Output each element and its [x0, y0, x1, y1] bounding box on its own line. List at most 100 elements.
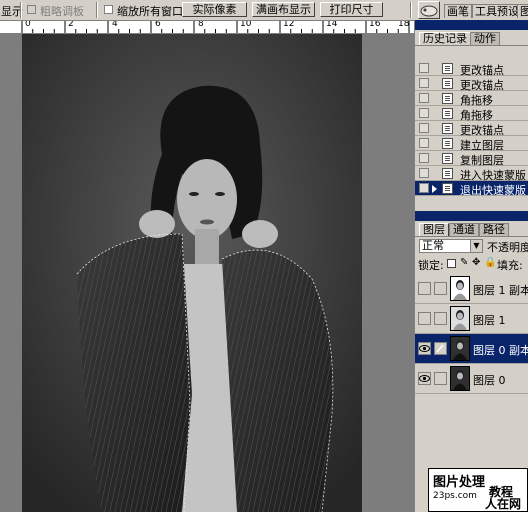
- eye-icon[interactable]: [418, 372, 431, 385]
- layer-row[interactable]: 图层 1: [415, 304, 528, 334]
- history-brush-source-icon[interactable]: [419, 183, 429, 193]
- history-brush-source-icon[interactable]: [419, 93, 429, 103]
- brush-link-icon[interactable]: [434, 372, 447, 385]
- layer-name: 图层 0 副本: [473, 344, 528, 357]
- lock-row: 锁定: ✎ ✥ 🔒 填充:: [415, 256, 528, 272]
- history-state-icon: [442, 93, 453, 104]
- fit-on-screen-button[interactable]: 满画布显示: [252, 2, 315, 17]
- separator: [20, 2, 22, 18]
- ruler-label: 0: [25, 21, 31, 29]
- separator: [96, 2, 98, 18]
- brush-link-icon[interactable]: [434, 312, 447, 325]
- move-icon[interactable]: ✥: [472, 257, 480, 268]
- tab-actions[interactable]: 动作: [470, 32, 500, 45]
- brush-icon[interactable]: ✎: [460, 257, 468, 268]
- ruler-label: 14: [326, 21, 338, 29]
- current-state-arrow-icon: [432, 185, 437, 193]
- watermark-text: 图片处理: [433, 475, 486, 490]
- history-brush-source-icon[interactable]: [419, 123, 429, 133]
- history-item[interactable]: 更改锚点: [415, 61, 528, 77]
- history-state-icon: [442, 108, 453, 119]
- brush-link-icon[interactable]: [434, 282, 447, 295]
- tab-history[interactable]: 历史记录: [419, 32, 471, 45]
- tab-layers[interactable]: 图层: [419, 223, 449, 236]
- blend-mode-select[interactable]: 正常 ▼: [419, 239, 483, 253]
- document-canvas[interactable]: [0, 34, 414, 512]
- eye-icon[interactable]: [418, 312, 431, 325]
- print-size-button[interactable]: 打印尺寸: [320, 2, 383, 17]
- horizontal-ruler: 0 2 4 6 8 10 12 14 16 18: [0, 21, 414, 34]
- watermark-logo: 图片处理 教程 23ps.com 人在网: [428, 468, 528, 512]
- actual-pixels-button[interactable]: 实际像素: [182, 2, 247, 17]
- layer-thumbnail: [450, 276, 470, 301]
- layer-thumbnail: [450, 366, 470, 391]
- history-state-icon: [442, 63, 453, 74]
- lock-icon[interactable]: 🔒: [484, 257, 496, 268]
- layer-thumbnail: [450, 306, 470, 331]
- layer-row[interactable]: 图层 0 副本: [415, 334, 528, 364]
- history-brush-source-icon[interactable]: [419, 108, 429, 118]
- fill-label: 填充:: [497, 259, 523, 272]
- brush-link-icon[interactable]: [434, 342, 447, 355]
- history-item[interactable]: 退出快速蒙版: [415, 181, 528, 197]
- ruler-label: 12: [283, 21, 295, 29]
- history-state-icon: [442, 183, 453, 194]
- history-item[interactable]: 角拖移: [415, 91, 528, 107]
- palette-well-tab-tool-presets[interactable]: 工具预设: [472, 4, 522, 18]
- ruler-label: 4: [112, 21, 118, 29]
- watermark-text: 23ps.com: [433, 491, 477, 501]
- palette-well-tab-brushes[interactable]: 画笔: [444, 4, 472, 18]
- eye-icon[interactable]: [418, 282, 431, 295]
- history-brush-source-icon[interactable]: [419, 63, 429, 73]
- right-panel-dock: 历史记录 动作 更改锚点 更改锚点 角拖移 角拖移 更改锚点 建立图层 复制图层 进入快速蒙版…: [414, 20, 528, 512]
- palette-well-button[interactable]: [418, 1, 440, 19]
- history-item[interactable]: 角拖移: [415, 106, 528, 122]
- layer-name: 图层 1 副本: [473, 284, 528, 297]
- resize-all-windows-checkbox[interactable]: [104, 5, 113, 14]
- opacity-label: 不透明度:: [487, 241, 528, 254]
- history-item[interactable]: 更改锚点: [415, 121, 528, 137]
- history-item-label: 退出快速蒙版: [460, 184, 526, 197]
- chevron-down-icon: ▼: [470, 240, 482, 252]
- history-panel-titlebar[interactable]: [415, 20, 528, 30]
- history-brush-source-icon[interactable]: [419, 78, 429, 88]
- tab-channels[interactable]: 通道: [449, 223, 479, 236]
- blend-row: 正常 ▼ 不透明度:: [415, 238, 528, 254]
- history-item[interactable]: 进入快速蒙版: [415, 166, 528, 182]
- history-brush-source-icon[interactable]: [419, 168, 429, 178]
- ruler-label: 6: [155, 21, 161, 29]
- history-state-icon: [442, 78, 453, 89]
- history-item[interactable]: 更改锚点: [415, 76, 528, 92]
- ruler-label: 8: [198, 21, 204, 29]
- layers-panel-titlebar[interactable]: [415, 211, 528, 221]
- separator: [410, 2, 412, 18]
- history-state-icon: [442, 123, 453, 134]
- ruler-ticks: [21, 21, 410, 33]
- lock-transparency-checkbox[interactable]: [447, 259, 456, 268]
- palette-well-tab-extra[interactable]: 图: [517, 4, 528, 18]
- history-item[interactable]: 建立图层: [415, 136, 528, 152]
- history-brush-source-icon[interactable]: [419, 153, 429, 163]
- layer-name: 图层 1: [473, 314, 506, 327]
- coarse-palette-checkbox[interactable]: [27, 5, 36, 14]
- layer-name: 图层 0: [473, 374, 506, 387]
- ruler-label: 16: [369, 21, 381, 29]
- layer-row[interactable]: 图层 0: [415, 364, 528, 394]
- tab-paths[interactable]: 路径: [479, 223, 509, 236]
- history-state-icon: [442, 138, 453, 149]
- ruler-label: 10: [240, 21, 252, 29]
- history-state-icon: [442, 168, 453, 179]
- portrait-photo: [22, 34, 362, 512]
- blend-mode-value: 正常: [422, 239, 444, 252]
- ruler-label: 18: [398, 21, 410, 29]
- history-panel-tabs: 历史记录 动作: [415, 31, 528, 46]
- layer-thumbnail: [450, 336, 470, 361]
- resize-all-windows-label: 缩放所有窗口: [117, 5, 183, 18]
- ruler-label: 2: [68, 21, 74, 29]
- history-state-icon: [442, 153, 453, 164]
- layer-row[interactable]: 图层 1 副本: [415, 274, 528, 304]
- history-item[interactable]: 复制图层: [415, 151, 528, 167]
- history-brush-source-icon[interactable]: [419, 138, 429, 148]
- eye-icon[interactable]: [418, 342, 431, 355]
- lock-label: 锁定:: [418, 259, 444, 272]
